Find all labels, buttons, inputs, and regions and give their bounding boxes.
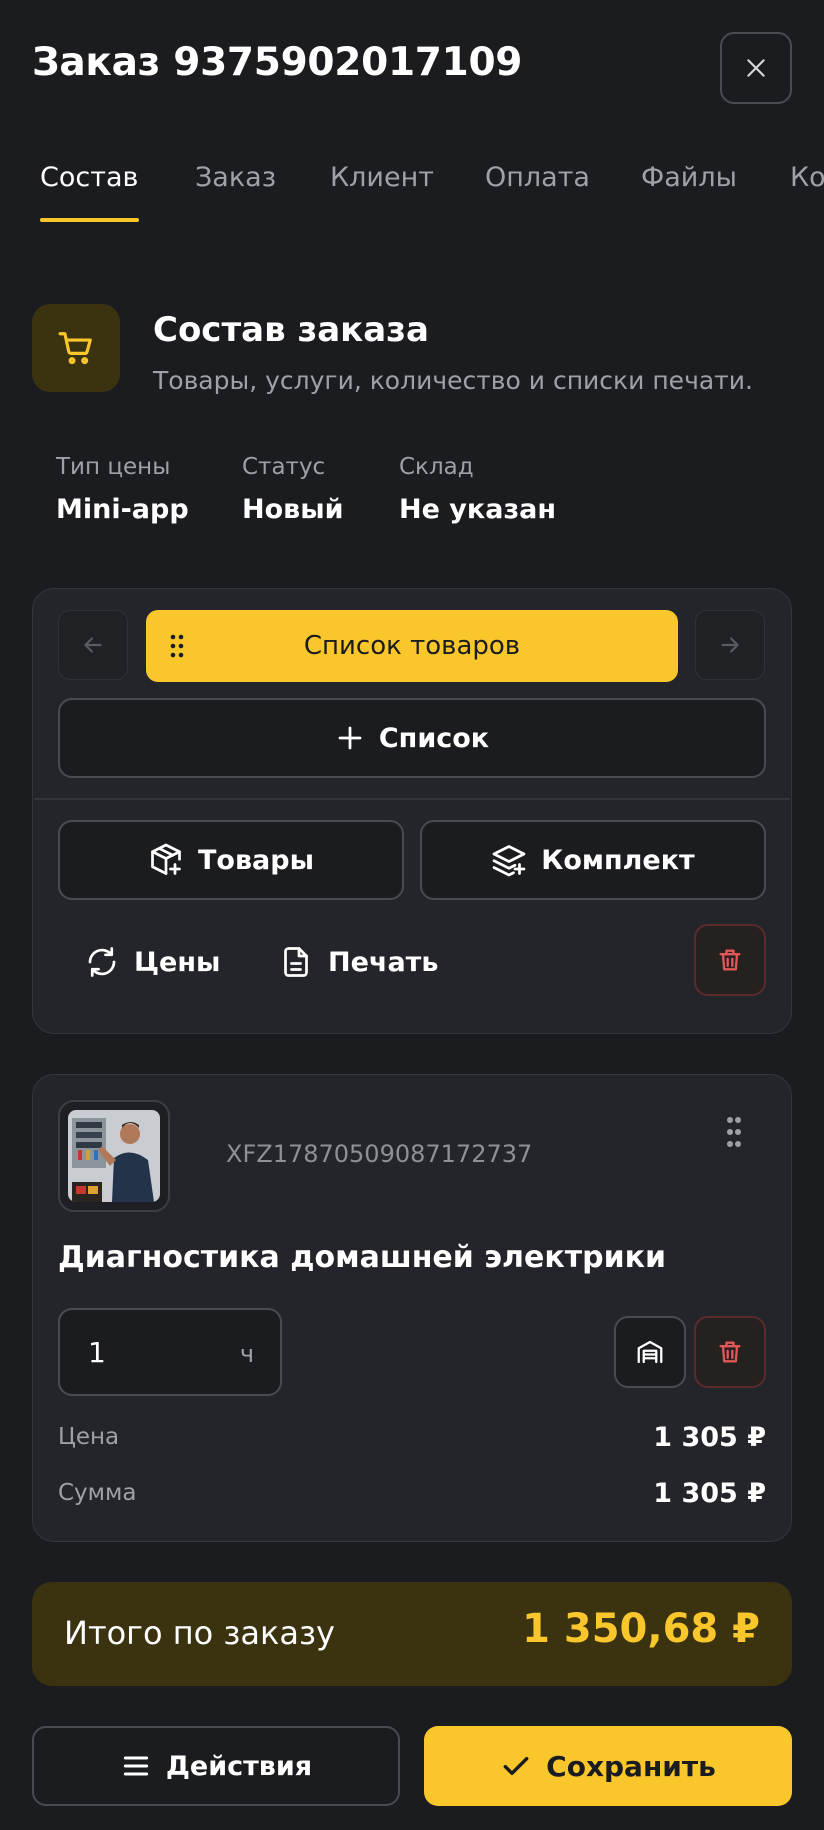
warehouse-icon xyxy=(637,1340,663,1364)
delete-list-button[interactable] xyxy=(694,924,766,996)
layers-plus-icon xyxy=(492,845,526,877)
price-type-label: Тип цены xyxy=(56,454,171,480)
warehouse-value: Не указан xyxy=(399,494,557,525)
save-label: Сохранить xyxy=(546,1749,716,1783)
price-label: Цена xyxy=(58,1424,120,1450)
quantity-unit: ч xyxy=(239,1340,254,1368)
check-icon xyxy=(503,1756,529,1776)
section-icon xyxy=(32,304,120,392)
section-subtitle: Товары, услуги, количество и списки печа… xyxy=(153,366,753,395)
package-plus-icon xyxy=(151,843,181,875)
product-name: Диагностика домашней электрики xyxy=(58,1240,666,1275)
print-button[interactable]: Печать xyxy=(278,944,438,980)
cart-icon xyxy=(58,332,92,365)
add-list-label: Список xyxy=(378,722,490,754)
tab-payment[interactable]: Оплата xyxy=(485,162,590,193)
card-divider xyxy=(34,798,790,800)
warehouse-label: Склад xyxy=(399,454,474,480)
prices-button[interactable]: Цены xyxy=(84,944,220,980)
tab-bar: Состав Заказ Клиент Оплата Файлы Ко xyxy=(0,150,824,230)
active-tab-indicator xyxy=(40,218,139,222)
tab-order[interactable]: Заказ xyxy=(195,162,276,193)
tab-client[interactable]: Клиент xyxy=(330,162,434,193)
next-list-button[interactable] xyxy=(695,610,765,680)
arrow-right-icon xyxy=(721,637,739,653)
add-list-button[interactable]: Список xyxy=(58,698,766,778)
print-label: Печать xyxy=(328,946,439,978)
warehouse-button[interactable] xyxy=(614,1316,686,1388)
product-thumbnail[interactable] xyxy=(58,1100,170,1212)
total-value: 1 350,68 ₽ xyxy=(522,1606,760,1652)
actions-button[interactable]: Действия xyxy=(32,1726,400,1806)
arrow-left-icon xyxy=(84,637,102,653)
quantity-value[interactable]: 1 xyxy=(88,1336,106,1369)
plus-icon xyxy=(338,726,362,750)
price-type-value: Mini-app xyxy=(56,494,189,525)
actions-label: Действия xyxy=(165,1750,313,1782)
products-label: Товары xyxy=(197,844,314,876)
kit-button[interactable]: Комплект xyxy=(420,820,766,900)
list-chip-label: Список товаров xyxy=(303,631,521,661)
delete-product-button[interactable] xyxy=(694,1316,766,1388)
status-value: Новый xyxy=(242,494,344,525)
drag-handle-icon[interactable] xyxy=(726,1116,742,1148)
sum-value: 1 305 ₽ xyxy=(653,1478,766,1509)
product-photo xyxy=(68,1110,160,1202)
price-value: 1 305 ₽ xyxy=(653,1422,766,1453)
product-sku: XFZ17870509087172737 xyxy=(226,1140,533,1168)
sum-label: Сумма xyxy=(58,1480,137,1506)
status-label: Статус xyxy=(242,454,326,480)
total-label: Итого по заказу xyxy=(64,1614,335,1652)
page-title: Заказ 9375902017109 xyxy=(32,40,523,85)
drag-handle-icon[interactable] xyxy=(170,634,184,658)
trash-icon xyxy=(719,949,741,971)
products-button[interactable]: Товары xyxy=(58,820,404,900)
refresh-icon xyxy=(88,947,116,977)
list-chip-products[interactable]: Список товаров xyxy=(146,610,678,682)
kit-label: Комплект xyxy=(541,844,695,876)
menu-icon xyxy=(123,1756,148,1776)
document-icon xyxy=(284,947,308,977)
section-title: Состав заказа xyxy=(153,310,429,350)
tab-composition[interactable]: Состав xyxy=(40,162,138,193)
tab-files[interactable]: Файлы xyxy=(641,162,737,193)
save-button[interactable]: Сохранить xyxy=(424,1726,792,1806)
prev-list-button[interactable] xyxy=(58,610,128,680)
close-button[interactable] xyxy=(720,32,792,104)
tab-more[interactable]: Ко xyxy=(790,162,824,193)
close-icon xyxy=(747,59,765,77)
prices-label: Цены xyxy=(134,946,221,978)
trash-icon xyxy=(719,1341,741,1363)
quantity-input[interactable]: 1 ч xyxy=(58,1308,282,1396)
order-total: Итого по заказу 1 350,68 ₽ xyxy=(32,1582,792,1686)
